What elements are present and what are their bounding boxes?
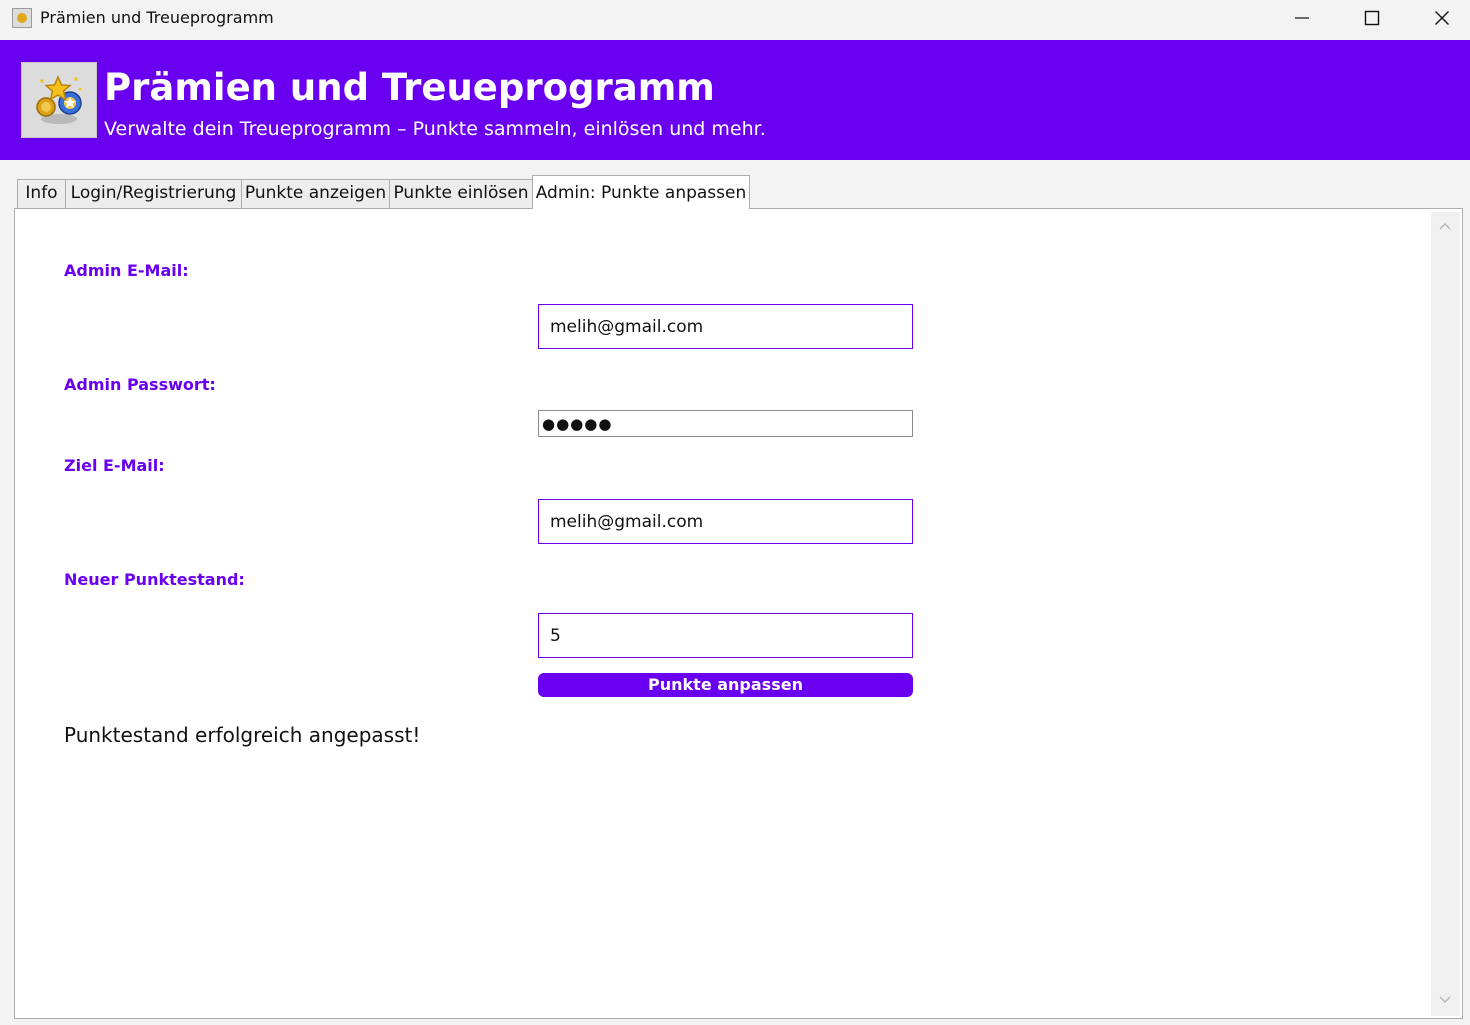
admin-email-label: Admin E-Mail:	[64, 261, 189, 280]
admin-email-field[interactable]	[538, 304, 913, 349]
new-points-field[interactable]	[538, 613, 913, 658]
app-icon	[12, 8, 32, 28]
tab-punkte-anzeigen[interactable]: Punkte anzeigen	[241, 179, 390, 208]
tab-punkte-einloesen[interactable]: Punkte einlösen	[389, 179, 533, 208]
target-email-field[interactable]	[538, 499, 913, 544]
adjust-points-button[interactable]: Punkte anpassen	[538, 673, 913, 697]
admin-password-field[interactable]	[538, 410, 913, 437]
status-message: Punktestand erfolgreich angepasst!	[64, 723, 421, 747]
minimize-icon	[1295, 17, 1309, 19]
window-title: Prämien und Treueprogramm	[40, 8, 274, 27]
trophy-stars-icon	[36, 75, 82, 124]
new-points-label: Neuer Punktestand:	[64, 570, 245, 589]
maximize-button[interactable]	[1337, 0, 1407, 36]
page-subtitle: Verwalte dein Treueprogramm – Punkte sam…	[104, 118, 766, 140]
logo	[21, 62, 97, 138]
vertical-scrollbar[interactable]	[1431, 212, 1460, 1016]
header-banner: Prämien und Treueprogramm Verwalte dein …	[0, 40, 1470, 160]
scroll-down-icon[interactable]	[1439, 996, 1451, 1004]
tab-admin-punkte-anpassen[interactable]: Admin: Punkte anpassen	[532, 175, 750, 209]
maximize-icon	[1364, 10, 1380, 26]
target-email-label: Ziel E-Mail:	[64, 456, 165, 475]
close-button[interactable]	[1407, 0, 1470, 36]
page-title: Prämien und Treueprogramm	[104, 66, 715, 109]
title-bar: Prämien und Treueprogramm	[0, 0, 1470, 40]
minimize-button[interactable]	[1267, 0, 1337, 36]
scroll-up-icon[interactable]	[1439, 222, 1451, 230]
tab-info[interactable]: Info	[17, 179, 66, 208]
close-icon	[1435, 11, 1449, 25]
tab-login-registrierung[interactable]: Login/Registrierung	[65, 179, 242, 208]
admin-password-label: Admin Passwort:	[64, 375, 216, 394]
